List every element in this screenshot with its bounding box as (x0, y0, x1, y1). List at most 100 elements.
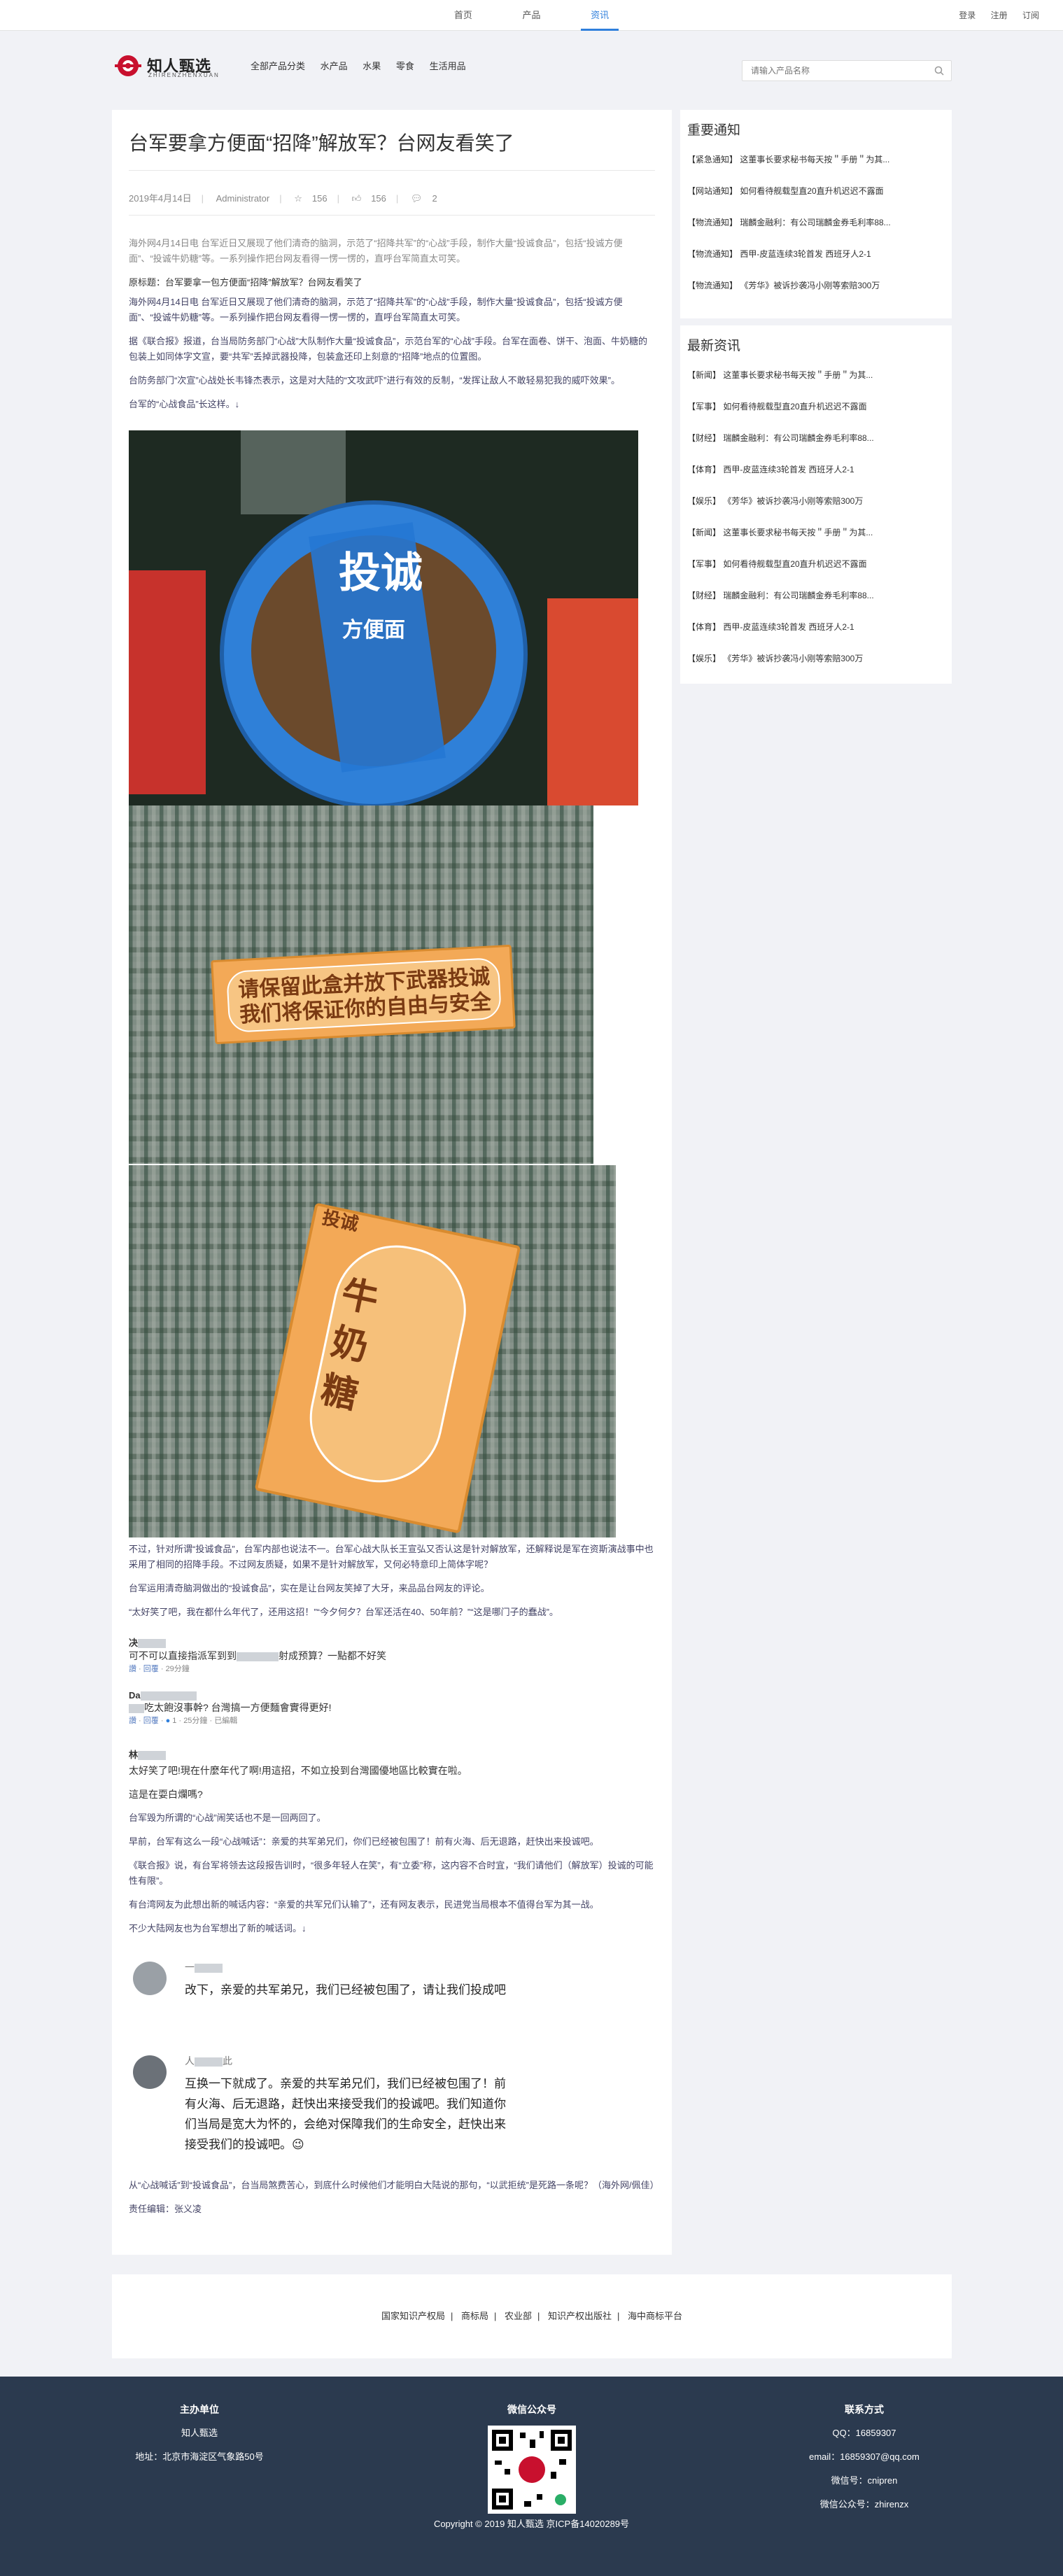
comment-text: 改下，亲爱的共军弟兄，我们已经被包围了，请让我们投成吧 (185, 1983, 506, 1997)
news-item[interactable]: 【体育】 西甲-皮蓝连续3轮首发 西班牙人2-1 (687, 462, 939, 493)
editor-credit: 责任编辑：张义凌 (129, 2204, 202, 2214)
article-card: 台军要拿方便面“招降”解放军？台网友看笑了 2019年4月14日 | Admini… (112, 110, 672, 2255)
paragraph: 《联合报》说，有台军将领去这段报告训时，“很多年轻人在笑”，有“立委”称，这内容… (129, 1860, 654, 1886)
footer-wechat: 微信公众号 (476, 2398, 588, 2514)
friend-links: 国家知识产权局 | 商标局 | 农业部 | 知识产权出版社 | 海中商标平台 (112, 2274, 952, 2358)
article-date: 2019年4月14日 (129, 193, 192, 204)
nav-home[interactable]: 首页 (444, 0, 482, 31)
address: 地址：北京市海淀区气象路50号 (135, 2451, 264, 2462)
notice-item[interactable]: 【物流通知】 《芳华》被诉抄袭冯小刚等索赔300万 (687, 278, 939, 309)
comment-item: Da 吃太飽沒事幹? 台灣搞一方便麵會實得更好! 讚 · 回覆 · ● 1 · … (129, 1690, 332, 1726)
comment-like[interactable]: 讚 (129, 1665, 136, 1673)
notice-item[interactable]: 【紧急通知】 这董事长要求秘书每天按＂手册＂为其... (687, 152, 939, 183)
paragraph: 不过，针对所谓“投诚食品”，台军内部也说法不一。台军心战大队长王宣弘又否认这是针… (129, 1544, 654, 1570)
photo-label: 投诚 (339, 549, 423, 596)
logo-subtext: ZHIRENZHENXUAN (148, 72, 220, 78)
paragraph: 从“心战喊话”到“投诚食品”，台当局煞费苦心，到底什么时候他们才能明白大陆说的那… (129, 2180, 659, 2190)
contact-email[interactable]: email：16859307@qq.com (784, 2445, 945, 2469)
search-icon[interactable] (934, 66, 944, 76)
star-icon[interactable]: ☆ (294, 193, 302, 204)
comment-count: 2 (432, 193, 437, 204)
link-item[interactable]: 知识产权出版社 (548, 2311, 612, 2321)
article-footer: 从“心战喊话”到“投诚食品”，台当局煞费苦心，到底什么时候他们才能明白大陆说的那… (129, 2178, 659, 2225)
news-item[interactable]: 【财经】 瑞麟金融利：有公司瑞麟金券毛利率88... (687, 588, 939, 619)
comment-like-count: 1 (172, 1717, 177, 1726)
nav-news[interactable]: 资讯 (581, 0, 619, 31)
link-item[interactable]: 商标局 (461, 2311, 488, 2321)
site-logo[interactable]: 知人甄选 ZHIRENZHENXUAN (113, 52, 232, 80)
news-item[interactable]: 【军事】 如何看待舰载型直20直升机迟迟不露面 (687, 556, 939, 588)
comment-author: 决 (129, 1638, 139, 1648)
news-item[interactable]: 【新闻】 这董事长要求秘书每天按＂手册＂为其... (687, 367, 939, 399)
link-item[interactable]: 农业部 (505, 2311, 532, 2321)
contact-wechat-public: 微信公众号：zhirenzx (819, 2499, 909, 2510)
comment-author: 一 (185, 1962, 195, 1973)
comment-reply[interactable]: 回覆 (143, 1665, 159, 1673)
article-author[interactable]: Administrator (216, 193, 270, 204)
weibo-comment: 一 改下，亲爱的共军弟兄，我们已经被包围了，请让我们投成吧 (129, 1956, 521, 2033)
cat-fruit[interactable]: 水果 (362, 61, 381, 71)
paragraph: 原标题：台军要拿一包方便面“招降”解放军？台网友看笑了 (129, 277, 362, 288)
comment-time: 25分鐘 · 已編輯 (183, 1717, 238, 1726)
divider (129, 215, 655, 216)
news-list: 【新闻】 这董事长要求秘书每天按＂手册＂为其... 【军事】 如何看待舰载型直2… (687, 367, 939, 682)
login-link[interactable]: 登录 (959, 10, 976, 20)
article-title: 台军要拿方便面“招降”解放军？台网友看笑了 (129, 132, 514, 154)
like-count: 156 (371, 193, 386, 204)
comment-item: 决 可不可以直接指派军到到 射成预算？一點都不好笑 讚 · 回覆 · 29分鐘 (129, 1638, 386, 1673)
news-item[interactable]: 【财经】 瑞麟金融利：有公司瑞麟金券毛利率88... (687, 430, 939, 462)
footer-sponsor: 主办单位 知人甄选 地址：北京市海淀区气象路50号 (119, 2398, 280, 2469)
link-item[interactable]: 海中商标平台 (628, 2311, 682, 2321)
link-item[interactable]: 国家知识产权局 (381, 2311, 445, 2321)
comment-text: 可不可以直接指派军到到 (129, 1650, 237, 1661)
comment-time: 29分鐘 (165, 1665, 190, 1673)
nav-products[interactable]: 产品 (512, 0, 550, 31)
comment-text: 太好笑了吧!現在什麼年代了啊!用這招，不如立投到台灣國優地區比較實在啦。 (129, 1765, 467, 1776)
news-item[interactable]: 【体育】 西甲-皮蓝连续3轮首发 西班牙人2-1 (687, 619, 939, 651)
comment-text: 射成预算？一點都不好笑 (279, 1650, 386, 1661)
weibo-comment: 人此 互换一下就成了。亲爱的共军弟兄们，我们已经被包围了！前有火海、后无退路，赶… (129, 2050, 521, 2176)
news-item[interactable]: 【新闻】 这董事长要求秘书每天按＂手册＂为其... (687, 525, 939, 556)
news-item[interactable]: 【军事】 如何看待舰载型直20直升机迟迟不露面 (687, 399, 939, 430)
notice-item[interactable]: 【物流通知】 西甲-皮蓝连续3轮首发 西班牙人2-1 (687, 246, 939, 278)
logo-icon (115, 55, 141, 76)
notice-item[interactable]: 【物流通知】 瑞麟金融利：有公司瑞麟金券毛利率88... (687, 215, 939, 246)
news-panel: 最新资讯 【新闻】 这董事长要求秘书每天按＂手册＂为其... 【军事】 如何看待… (680, 325, 952, 684)
photo-label: 请保留此盒并放下武器投诚 我们将保证你的自由与安全 (237, 965, 492, 1027)
cat-daily[interactable]: 生活用品 (430, 61, 466, 71)
comment-reply[interactable]: 回覆 (143, 1717, 159, 1725)
cat-seafood[interactable]: 水产品 (321, 61, 348, 71)
search-box (742, 60, 952, 81)
comment-icon[interactable]: 💬︎ (411, 193, 423, 204)
notice-item[interactable]: 【网站通知】 如何看待舰载型直20直升机迟迟不露面 (687, 183, 939, 215)
article-body-continued: 台军毁为所谓的“心战”闹笑话也不是一回两回了。 早前，台军有这么一段“心战喊话”… (129, 1810, 655, 1945)
article-body-continued: 不过，针对所谓“投诚食品”，台军内部也说法不一。台军心战大队长王宣弘又否认这是针… (129, 1542, 655, 1628)
photo-surrender-box: 请保留此盒并放下武器投诚 我们将保证你的自由与安全 (129, 805, 593, 1164)
article-body: 海外网4月14日电 台军近日又展现了他们清奇的脑洞，示范了“招降共军”的“心战”… (129, 236, 655, 421)
copyright: Copyright © 2019 知人甄选 京ICP备14020289号 (433, 2519, 630, 2529)
article-meta: 2019年4月14日 | Administrator | ☆ 156 | 👍︎ 156 | … (129, 193, 437, 204)
paragraph: 据《联合报》报道，台当局防务部门“心战”大队制作大量“投诚食品”，示范台军的“心… (129, 336, 647, 362)
divider (129, 170, 655, 171)
register-link[interactable]: 注册 (991, 10, 1008, 20)
comment-like[interactable]: 讚 (129, 1717, 136, 1725)
like-icon[interactable]: 👍︎ (352, 193, 362, 204)
qr-code-icon (488, 2426, 576, 2514)
search-input[interactable] (742, 61, 917, 80)
paragraph: 不少大陆网友也为台军想出了新的喊话词。↓ (129, 1923, 307, 1934)
paragraph: 台军运用清奇脑洞做出的“投诚食品”，实在是让台网友笑掉了大牙，来品品台网友的评论… (129, 1583, 490, 1593)
cat-all[interactable]: 全部产品分类 (251, 61, 305, 71)
comment-author: 人 (185, 2055, 195, 2067)
photo-milk-candy: 投诚 牛奶糖 (129, 1165, 616, 1537)
cat-snacks[interactable]: 零食 (396, 61, 414, 71)
footer-heading: 联系方式 (845, 2404, 884, 2415)
news-item[interactable]: 【娱乐】 《芳华》被诉抄袭冯小刚等索赔300万 (687, 651, 939, 682)
wink-emoji: 😉 (292, 2138, 304, 2151)
notice-panel: 重要通知 【紧急通知】 这董事长要求秘书每天按＂手册＂为其... 【网站通知】 … (680, 110, 952, 318)
news-item[interactable]: 【娱乐】 《芳华》被诉抄袭冯小刚等索赔300万 (687, 493, 939, 525)
thumb-icon: ● (165, 1717, 171, 1726)
comment-item: 林 太好笑了吧!現在什麼年代了啊!用這招，不如立投到台灣國優地區比較實在啦。 這… (129, 1747, 655, 1801)
subscribe-link[interactable]: 订阅 (1022, 10, 1039, 20)
paragraph: 早前，台军有这么一段“心战喊话”：亲爱的共军弟兄们，你们已经被包围了！前有火海、… (129, 1836, 599, 1847)
photo-instant-noodles: 投诚 方便面 (129, 430, 638, 805)
